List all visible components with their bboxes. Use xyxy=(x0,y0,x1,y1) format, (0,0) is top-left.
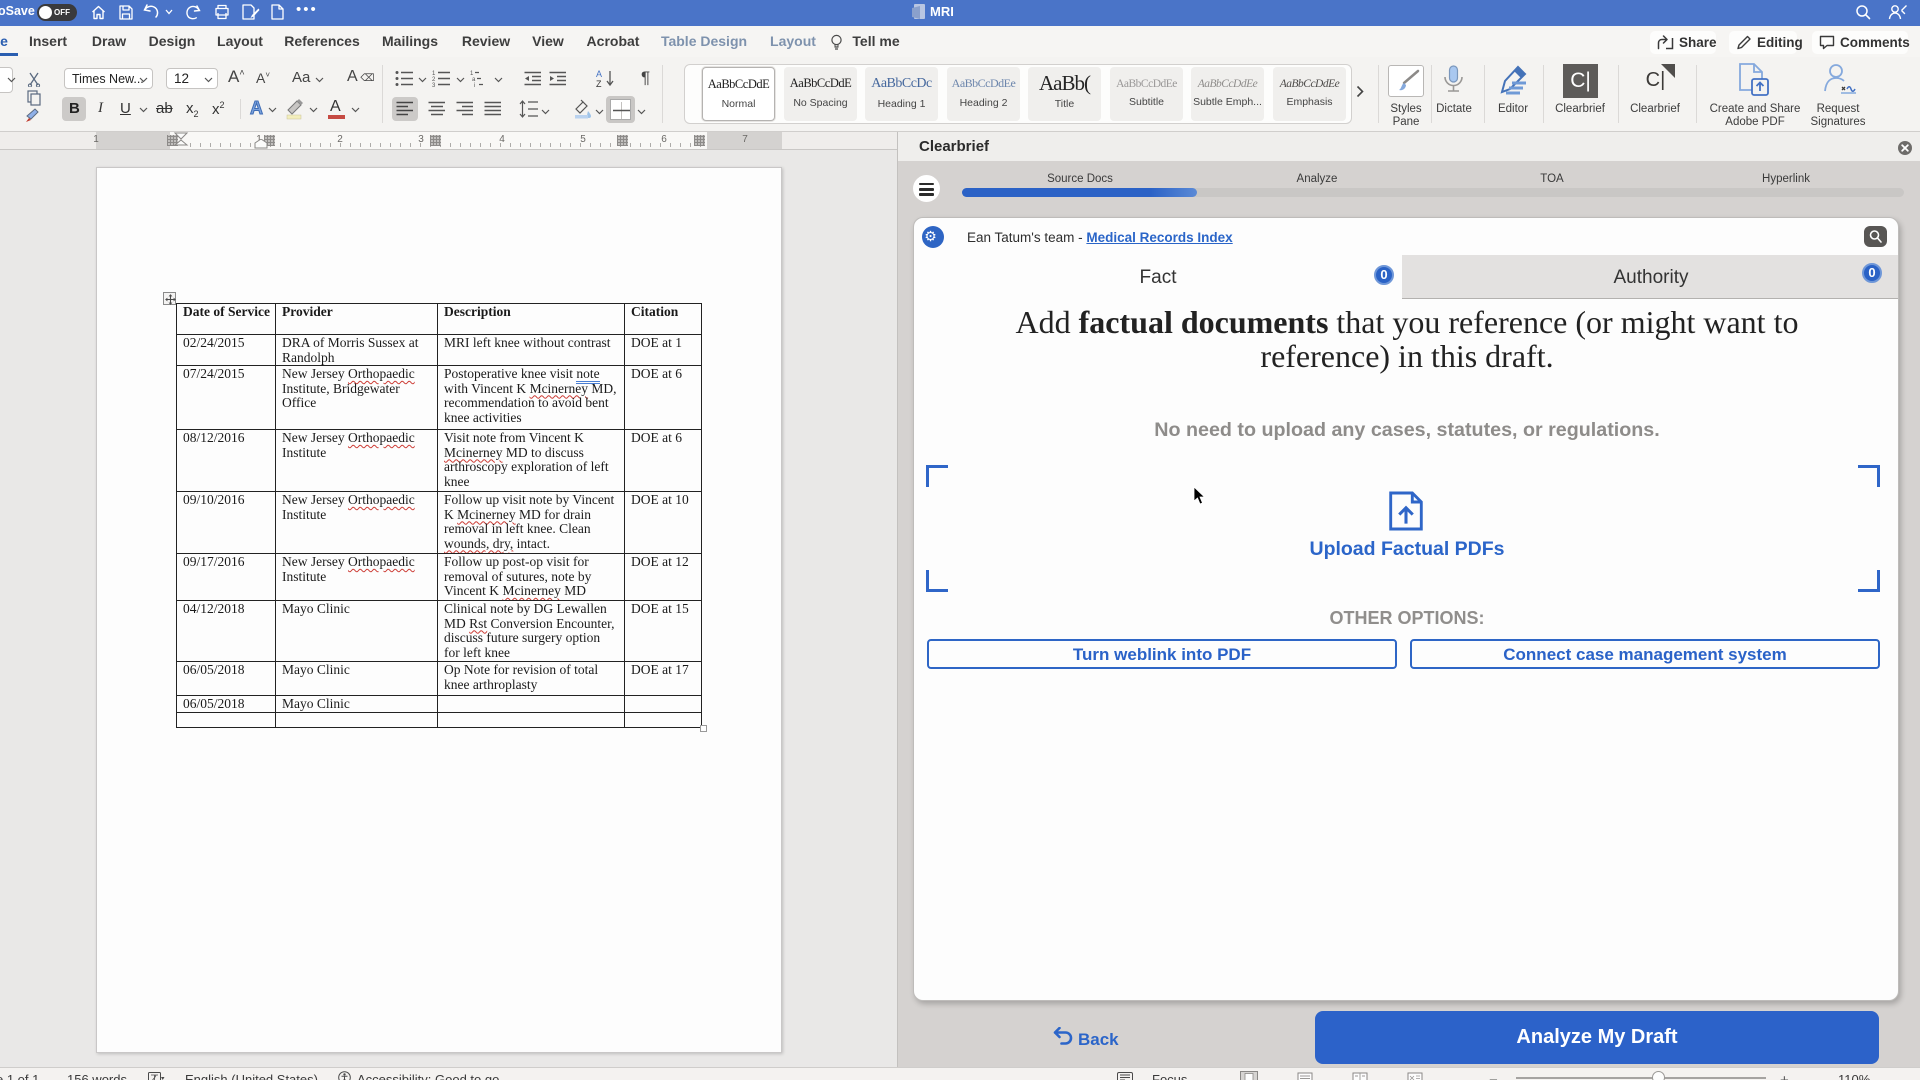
svg-text:A: A xyxy=(596,69,602,79)
svg-text:3: 3 xyxy=(432,83,436,87)
svg-text:Z: Z xyxy=(596,79,602,88)
svg-text:i: i xyxy=(474,83,475,87)
